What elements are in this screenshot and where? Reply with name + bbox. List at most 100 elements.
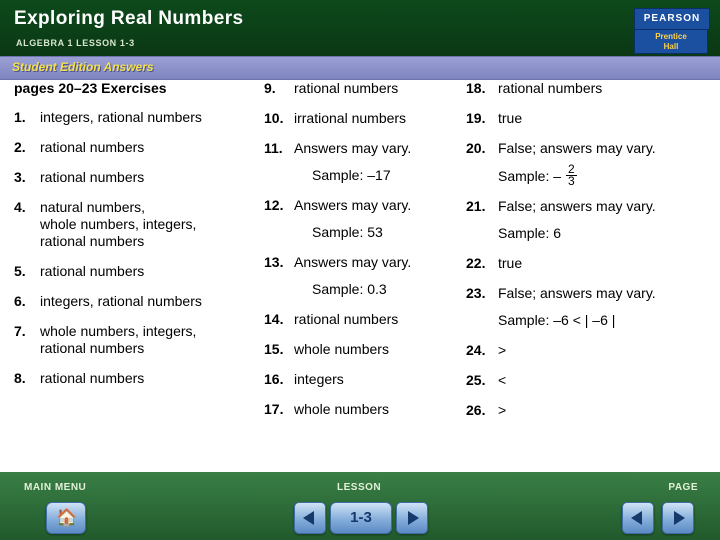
answers-column-1: pages 20–23 Exercises 1. integers, ratio… [14,80,264,387]
item-number: 7. [14,323,26,339]
prentice-hall-line2: Hall [663,42,679,51]
next-lesson-button[interactable] [396,502,428,534]
list-item: 19. true [466,110,716,127]
list-item: 25. < [466,372,716,389]
item-number: 2. [14,139,26,155]
list-item: 10. irrational numbers [264,110,464,127]
page-label: PAGE [668,482,698,493]
list-item: 26. > [466,402,716,419]
page-footer: MAIN MENU LESSON PAGE 🏠 1-3 [0,472,720,540]
fraction: 23 [565,163,577,188]
list-item: 22. true [466,255,716,272]
list-item: 6. integers, rational numbers [14,293,264,310]
item-text: integers, rational numbers [40,293,202,309]
lesson-number-badge[interactable]: 1-3 [330,502,392,534]
item-number: 21. [466,198,486,214]
item-number: 25. [466,372,486,388]
item-number: 22. [466,255,486,271]
item-text: whole numbers, integers, [40,323,197,339]
lesson-label: LESSON [337,482,382,493]
item-number: 16. [264,371,284,387]
left-arrow-icon [303,511,314,525]
item-number: 14. [264,311,284,327]
list-item: 16. integers [264,371,464,388]
prentice-hall-logo: Prentice Hall [634,29,708,54]
student-edition-banner: Student Edition Answers [0,56,720,80]
item-number: 3. [14,169,26,185]
item-text: whole numbers [294,401,389,417]
item-sample: Sample: –17 [312,167,391,183]
item-text: Answers may vary. [294,140,412,156]
previous-page-button[interactable] [622,502,654,534]
item-number: 9. [264,80,276,96]
list-item: 5. rational numbers [14,263,264,280]
main-menu-button[interactable]: 🏠 [46,502,86,534]
main-menu-label: MAIN MENU [24,482,87,493]
item-text: true [498,110,523,126]
item-number: 18. [466,80,486,96]
item-text: rational numbers [498,80,603,96]
item-number: 17. [264,401,284,417]
item-text: False; answers may vary. [498,140,656,156]
right-arrow-icon [674,511,685,525]
item-sample: Sample: –6 < | –6 | [498,312,616,328]
right-arrow-icon [408,511,419,525]
item-text: whole numbers [294,341,389,357]
list-item: 9. rational numbers [264,80,464,97]
list-item: 7. whole numbers, integers, rational num… [14,323,264,357]
list-item: 4. natural numbers, whole numbers, integ… [14,199,264,250]
list-item: 2. rational numbers [14,139,264,156]
item-number: 8. [14,370,26,386]
item-number: 20. [466,140,486,156]
sample-prefix: Sample: – [498,168,565,184]
item-text: rational numbers [40,139,145,155]
item-number: 23. [466,285,486,301]
item-text: > [498,342,507,358]
banner-label: Student Edition Answers [12,60,154,74]
item-text: False; answers may vary. [498,285,656,301]
item-number: 4. [14,199,26,215]
item-text: rational numbers [294,311,399,327]
item-text: true [498,255,523,271]
list-item: 18. rational numbers [466,80,716,97]
item-text: irrational numbers [294,110,407,126]
item-number: 6. [14,293,26,309]
item-text: integers [294,371,344,387]
left-arrow-icon [631,511,642,525]
list-item: 21. False; answers may vary. Sample: 6 [466,198,716,242]
lesson-subtitle: ALGEBRA 1 LESSON 1-3 [16,38,135,48]
previous-lesson-button[interactable] [294,502,326,534]
item-number: 26. [466,402,486,418]
item-text: Answers may vary. [294,254,412,270]
list-item: 23. False; answers may vary. Sample: –6 … [466,285,716,329]
next-page-button[interactable] [662,502,694,534]
item-text: rational numbers [40,263,145,279]
list-item: 15. whole numbers [264,341,464,358]
fraction-denominator: 3 [567,174,575,188]
item-sample: Sample: 53 [312,224,383,240]
item-text-line2: whole numbers, integers, [40,216,197,232]
answers-content: pages 20–23 Exercises 1. integers, ratio… [0,80,720,472]
page-title: Exploring Real Numbers [14,8,244,29]
pearson-brand-label: PEARSON [634,8,710,30]
item-text: < [498,372,507,388]
item-number: 19. [466,110,486,126]
item-number: 10. [264,110,284,126]
home-icon: 🏠 [56,508,78,527]
item-number: 5. [14,263,26,279]
item-text: rational numbers [40,169,145,185]
item-number: 15. [264,341,284,357]
item-sample: Sample: 0.3 [312,281,387,297]
item-number: 1. [14,109,26,125]
item-text: rational numbers [294,80,399,96]
list-item: 12. Answers may vary. Sample: 53 [264,197,464,241]
item-text: False; answers may vary. [498,198,656,214]
list-item: 8. rational numbers [14,370,264,387]
list-item: pages 20–23 Exercises [14,80,264,97]
list-item: 11. Answers may vary. Sample: –17 [264,140,464,184]
list-item: 20. False; answers may vary. Sample: – 2… [466,140,716,187]
item-text: Answers may vary. [294,197,412,213]
item-text: integers, rational numbers [40,109,202,125]
item-text-line3: rational numbers [40,233,145,249]
page-header: Exploring Real Numbers ALGEBRA 1 LESSON … [0,0,720,62]
